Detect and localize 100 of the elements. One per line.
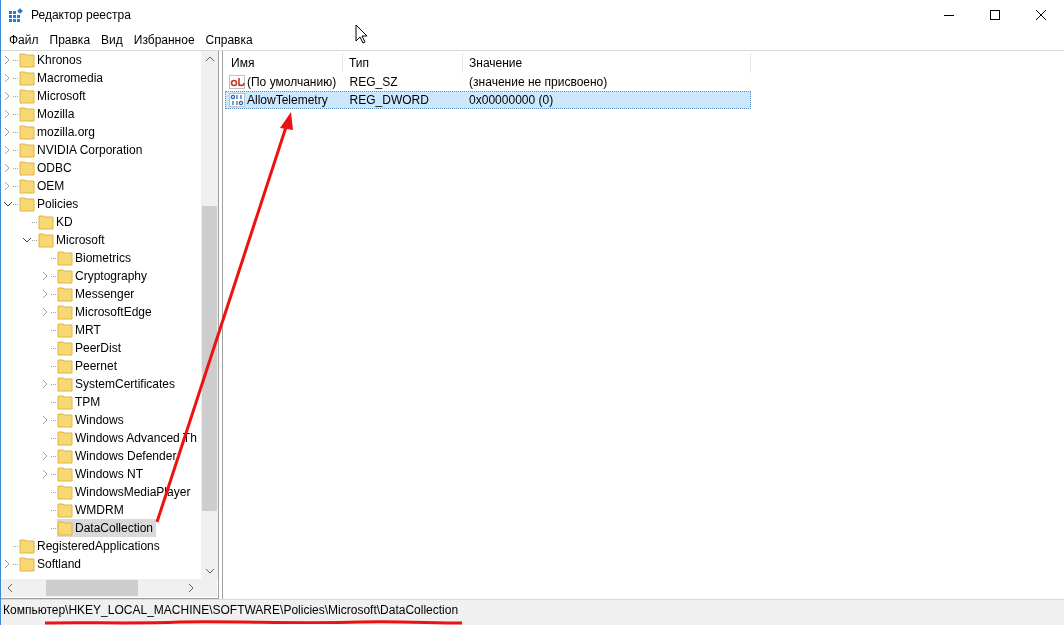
scroll-right-icon[interactable] [189, 584, 194, 592]
tree-item[interactable]: Microsoft [38, 231, 108, 249]
expand-chevron-icon[interactable] [43, 452, 48, 460]
expand-chevron-icon[interactable] [43, 308, 48, 316]
folder-icon [57, 304, 73, 320]
tree-item[interactable]: TPM [57, 393, 104, 411]
value-row[interactable]: (По умолчанию) REG_SZ (значение не присвоено) [225, 73, 751, 91]
tree-item[interactable]: Mozilla [19, 105, 78, 123]
folder-icon [57, 286, 73, 302]
scrollbar[interactable] [201, 51, 218, 579]
expand-chevron-icon[interactable] [5, 560, 10, 568]
value-data: 0x00000000 (0) [469, 92, 554, 109]
window-title: Редактор реестра [31, 7, 131, 24]
scroll-thumb[interactable] [202, 206, 217, 511]
column-header[interactable]: Имя [225, 53, 343, 73]
menu-item[interactable]: Файл [4, 30, 44, 50]
folder-icon [57, 394, 73, 410]
folder-icon [38, 232, 54, 248]
folder-icon [19, 124, 35, 140]
horizontal-scroll-thumb[interactable] [46, 580, 138, 596]
cursor-icon [355, 24, 368, 44]
expand-chevron-icon[interactable] [5, 110, 10, 118]
expand-chevron-icon[interactable] [5, 164, 10, 172]
folder-icon [38, 214, 54, 230]
collapse-chevron-icon[interactable] [22, 237, 31, 243]
maximize-icon [990, 10, 1000, 20]
folder-icon [19, 88, 35, 104]
folder-icon [57, 268, 73, 284]
collapse-chevron-icon[interactable] [3, 201, 12, 207]
value-row[interactable]: AllowTelemetry REG_DWORD 0x00000000 (0) [225, 91, 751, 109]
tree-item[interactable]: Messenger [57, 285, 138, 303]
expand-chevron-icon[interactable] [43, 380, 48, 388]
close-icon [1036, 10, 1046, 20]
tree-item[interactable]: Microsoft [19, 87, 89, 105]
binary-value-icon [229, 92, 245, 108]
tree-item[interactable]: SystemCertificates [57, 375, 179, 393]
tree-item[interactable]: DataCollection [57, 519, 157, 537]
tree-item[interactable]: NVIDIA Corporation [19, 141, 146, 159]
value-name: (По умолчанию) [247, 74, 337, 91]
folder-icon [19, 106, 35, 122]
registry-icon [9, 8, 23, 22]
folder-icon [57, 448, 73, 464]
menu-item[interactable]: Вид [96, 30, 128, 50]
value-name: AllowTelemetry [247, 92, 328, 109]
scroll-down-icon[interactable] [205, 569, 214, 574]
tree-item[interactable]: Softland [19, 555, 85, 573]
menu-item[interactable]: Избранное [128, 30, 200, 50]
value-type: REG_SZ [349, 74, 398, 91]
tree-item[interactable]: Macromedia [19, 69, 107, 87]
folder-icon [19, 160, 35, 176]
folder-icon [19, 538, 35, 554]
tree-item[interactable]: KD [38, 213, 76, 231]
expand-chevron-icon[interactable] [43, 416, 48, 424]
expand-chevron-icon[interactable] [5, 74, 10, 82]
tree-item[interactable]: Cryptography [57, 267, 151, 285]
folder-icon [19, 142, 35, 158]
tree-item[interactable]: Windows [57, 411, 127, 429]
folder-icon [19, 196, 35, 212]
tree-item[interactable]: OEM [19, 177, 68, 195]
tree-item[interactable]: MicrosoftEdge [57, 303, 155, 321]
menu-item[interactable]: Справка [200, 30, 258, 50]
expand-chevron-icon[interactable] [43, 290, 48, 298]
tree-item[interactable]: MRT [57, 321, 104, 339]
tree-item[interactable]: RegisteredApplications [19, 537, 163, 555]
expand-chevron-icon[interactable] [5, 128, 10, 136]
tree-item[interactable]: Biometrics [57, 249, 134, 267]
tree-item[interactable]: WMDRM [57, 501, 127, 519]
tree-item[interactable]: Windows NT [57, 465, 146, 483]
minimize-icon [944, 14, 954, 16]
status-bar-path: Компьютер\HKEY_LOCAL_MACHINE\SOFTWARE\Policies\Microsoft\DataCollection [3, 603, 459, 617]
expand-chevron-icon[interactable] [5, 56, 10, 64]
expand-chevron-icon[interactable] [43, 272, 48, 280]
expand-chevron-icon[interactable] [5, 146, 10, 154]
tree-item[interactable]: Khronos [19, 51, 85, 69]
expand-chevron-icon[interactable] [43, 470, 48, 478]
folder-icon [57, 412, 73, 428]
expand-chevron-icon[interactable] [5, 92, 10, 100]
column-header[interactable]: Значение [463, 53, 751, 73]
scroll-left-icon[interactable] [7, 584, 12, 592]
folder-icon [57, 358, 73, 374]
tree-item[interactable]: mozilla.org [19, 123, 99, 141]
tree-item[interactable]: Windows Defender [57, 447, 180, 465]
scroll-up-icon[interactable] [205, 56, 214, 61]
tree-item[interactable]: Peernet [57, 357, 121, 375]
value-data: (значение не присвоено) [469, 74, 608, 91]
folder-icon [57, 340, 73, 356]
tree-item[interactable]: PeerDist [57, 339, 124, 357]
folder-icon [19, 52, 35, 68]
folder-icon [57, 484, 73, 500]
horizontal-scrollbar[interactable] [1, 579, 217, 597]
tree-item[interactable]: Policies [19, 195, 82, 213]
folder-icon [57, 466, 73, 482]
folder-icon [57, 376, 73, 392]
menu-item[interactable]: Правка [44, 30, 96, 50]
folder-icon [19, 70, 35, 86]
folder-icon [19, 556, 35, 572]
column-header[interactable]: Тип [343, 53, 463, 73]
tree-item[interactable]: ODBC [19, 159, 75, 177]
expand-chevron-icon[interactable] [5, 182, 10, 190]
folder-icon [57, 430, 73, 446]
